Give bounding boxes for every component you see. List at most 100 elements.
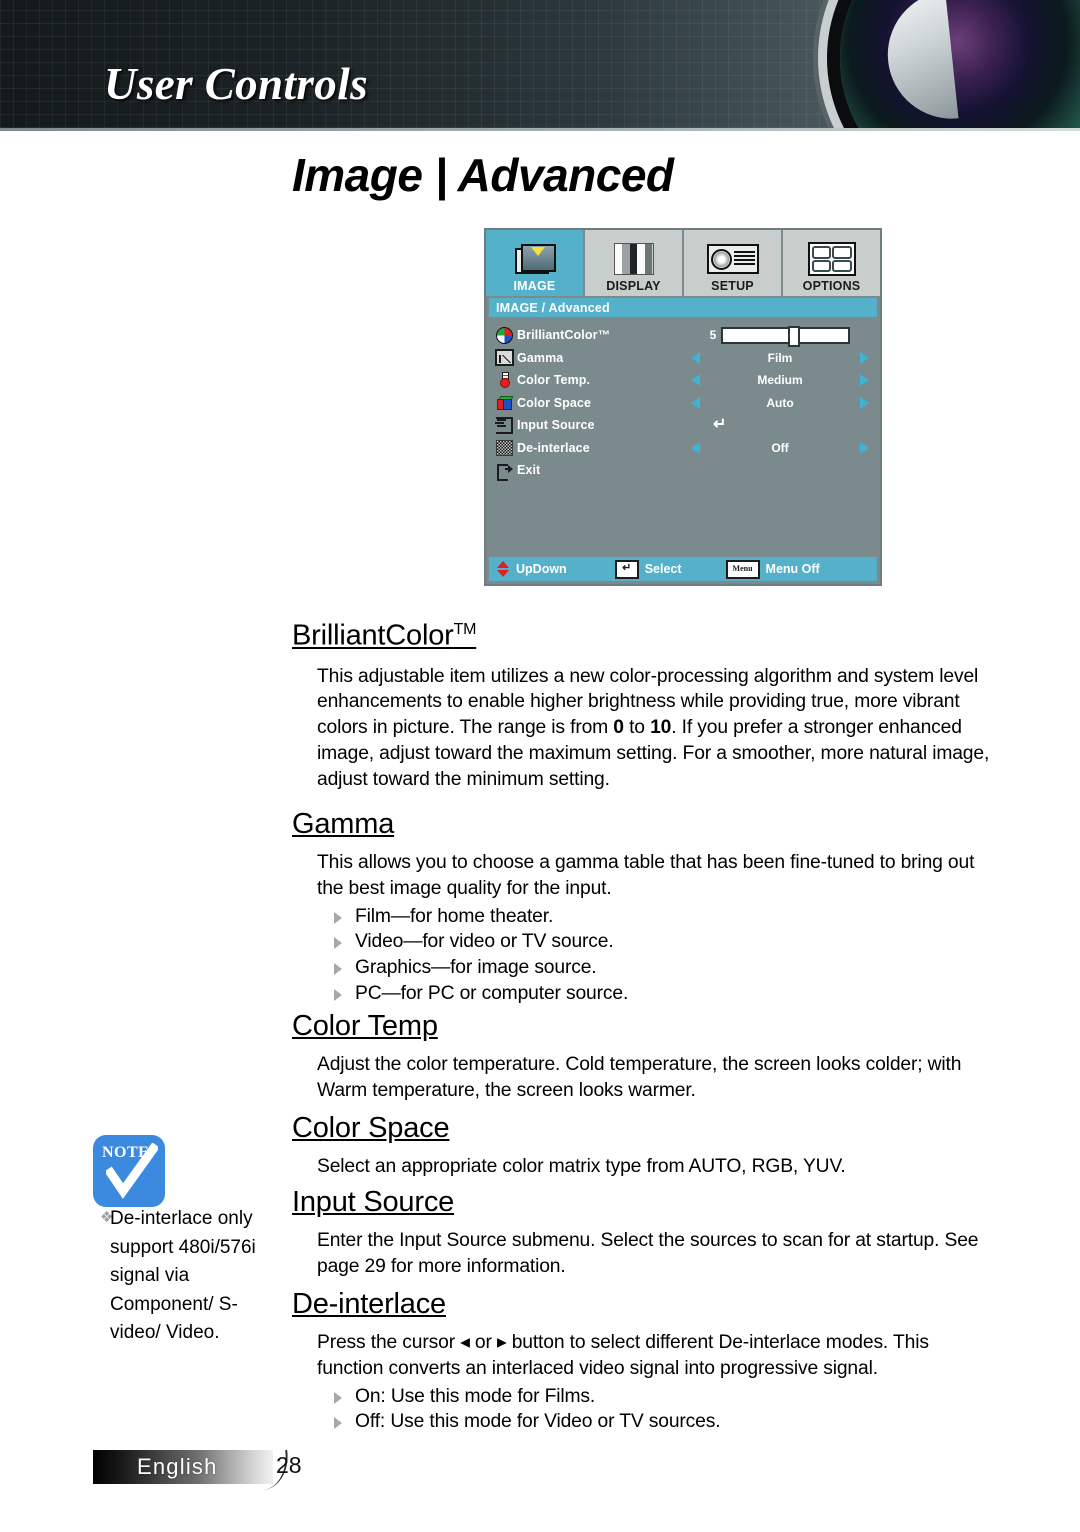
section-de-interlace: De-interlace Press the cursor ◂ or ▸ but… <box>292 1286 992 1435</box>
slider-thumb[interactable] <box>788 325 801 347</box>
osd-item-list: BrilliantColor™ 5 Gamma Film Color Temp. <box>486 317 880 482</box>
osd-row-gamma[interactable]: Gamma Film <box>491 347 875 370</box>
section-de-interlace-body: Press the cursor ◂ or ▸ button to select… <box>317 1332 929 1379</box>
osd-row-brilliantcolor-label: BrilliantColor™ <box>517 328 611 343</box>
setup-icon <box>706 239 759 279</box>
body-text-mid: to <box>623 717 651 739</box>
osd-row-color-space[interactable]: Color Space Auto <box>491 392 875 415</box>
list-item: Off: Use this mode for Video or TV sourc… <box>328 1409 992 1435</box>
osd-hint-select-label: Select <box>644 562 682 576</box>
de-interlace-options-list: On: Use this mode for Films. Off: Use th… <box>328 1384 992 1436</box>
section-input-source-heading: Input Source <box>292 1186 455 1218</box>
gamma-options-list: Film—for home theater. Video—for video o… <box>328 904 1002 1007</box>
list-item: On: Use this mode for Films. <box>328 1384 992 1410</box>
banner-title: User Controls <box>104 59 369 109</box>
chevron-left-icon[interactable] <box>691 441 700 454</box>
note-badge-icon: NOTE <box>93 1135 165 1207</box>
osd-gamma-selector[interactable]: Film <box>685 351 875 365</box>
osd-tab-display[interactable]: DISPLAY <box>585 230 684 296</box>
osd-color-space-selector[interactable]: Auto <box>685 396 875 410</box>
section-color-temp-body: Adjust the color temperature. Cold tempe… <box>317 1054 962 1101</box>
osd-breadcrumb: IMAGE / Advanced <box>489 298 877 317</box>
enter-key-icon: ↵ <box>614 559 639 579</box>
section-color-temp: Color Temp Adjust the color temperature.… <box>292 1008 992 1104</box>
updown-arrows-icon <box>497 561 510 577</box>
osd-tab-options[interactable]: OPTIONS <box>783 230 880 296</box>
list-item: PC—for PC or computer source. <box>328 981 1002 1007</box>
lens-graphic <box>840 0 1080 128</box>
osd-hint-updown: UpDown <box>497 561 567 577</box>
section-brilliantcolor: BrilliantColorTM This adjustable item ut… <box>292 612 992 793</box>
osd-row-de-interlace[interactable]: De-interlace Off <box>491 437 875 460</box>
enter-arrow-icon: ↵ <box>713 416 727 434</box>
osd-menu-screenshot: IMAGE DISPLAY SETUP OPTIONS IMAGE / Adva… <box>484 228 882 586</box>
section-input-source-body: Enter the Input Source submenu. Select t… <box>317 1230 979 1277</box>
osd-tab-display-label: DISPLAY <box>606 279 661 293</box>
menu-key-icon: Menu <box>725 559 760 579</box>
section-gamma-body: This allows you to choose a gamma table … <box>317 852 975 899</box>
section-brilliantcolor-body: This adjustable item utilizes a new colo… <box>317 664 992 793</box>
gamma-curve-icon <box>491 349 517 367</box>
dither-icon <box>491 439 517 456</box>
slider-track[interactable] <box>721 325 851 347</box>
color-wheel-icon <box>491 326 517 344</box>
osd-de-interlace-value: Off <box>771 440 789 455</box>
osd-tab-setup[interactable]: SETUP <box>684 230 783 296</box>
section-color-space: Color Space Select an appropriate color … <box>292 1110 992 1180</box>
osd-status-bar: UpDown ↵ Select Menu Menu Off <box>489 557 877 581</box>
osd-row-exit-label: Exit <box>517 463 541 478</box>
osd-brilliantcolor-slider[interactable]: 5 <box>685 325 875 347</box>
osd-color-temp-selector[interactable]: Medium <box>685 373 875 387</box>
section-brilliantcolor-heading: BrilliantColorTM <box>292 612 992 654</box>
list-item: Film—for home theater. <box>328 904 1002 930</box>
chevron-right-icon[interactable] <box>860 374 869 387</box>
osd-row-color-temp[interactable]: Color Temp. Medium <box>491 369 875 392</box>
rgb-cube-icon <box>491 395 517 410</box>
chevron-right-icon[interactable] <box>860 351 869 364</box>
osd-brilliantcolor-value: 5 <box>709 328 717 343</box>
note-text: De-interlace only support 480i/576i sign… <box>110 1208 256 1343</box>
osd-color-temp-value: Medium <box>757 373 803 388</box>
section-gamma-heading: Gamma <box>292 808 395 840</box>
osd-de-interlace-selector[interactable]: Off <box>685 441 875 455</box>
section-brilliantcolor-heading-text: BrilliantColor <box>292 619 454 652</box>
page-header-banner: User Controls <box>0 0 1080 128</box>
osd-tab-setup-label: SETUP <box>711 279 754 293</box>
osd-hint-menu-off: Menu Menu Off <box>725 559 820 579</box>
osd-row-exit[interactable]: Exit <box>491 459 875 482</box>
range-min-value: 0 <box>613 717 624 739</box>
osd-tab-options-label: OPTIONS <box>802 279 861 293</box>
banner-divider <box>0 128 1080 131</box>
section-color-temp-heading: Color Temp <box>292 1010 438 1042</box>
footer-language-bar: English <box>93 1450 273 1484</box>
osd-tab-bar: IMAGE DISPLAY SETUP OPTIONS <box>486 230 880 296</box>
osd-hint-updown-label: UpDown <box>516 562 567 576</box>
osd-row-brilliantcolor[interactable]: BrilliantColor™ 5 <box>491 324 875 347</box>
osd-tab-image[interactable]: IMAGE <box>486 230 585 296</box>
chevron-left-icon[interactable] <box>691 396 700 409</box>
osd-tab-image-label: IMAGE <box>513 279 556 293</box>
osd-gamma-value: Film <box>767 350 793 365</box>
range-max-value: 10 <box>650 717 672 739</box>
osd-color-space-value: Auto <box>766 395 794 410</box>
input-arrow-icon <box>491 416 517 434</box>
options-icon <box>807 239 856 279</box>
chevron-left-icon[interactable] <box>691 374 700 387</box>
image-icon <box>514 239 556 279</box>
list-item: Video—for video or TV source. <box>328 929 1002 955</box>
chevron-right-icon[interactable] <box>860 441 869 454</box>
chevron-left-icon[interactable] <box>691 351 700 364</box>
page-title: Image | Advanced <box>292 149 674 201</box>
osd-row-input-source[interactable]: Input Source ↵ <box>491 414 875 437</box>
page-number: 28 <box>276 1452 302 1478</box>
checkmark-icon <box>106 1143 158 1199</box>
osd-row-de-interlace-label: De-interlace <box>517 440 590 455</box>
osd-hint-select: ↵ Select <box>614 559 682 579</box>
osd-row-input-source-label: Input Source <box>517 418 595 433</box>
trademark-superscript: TM <box>453 621 477 638</box>
osd-breadcrumb-label: IMAGE / Advanced <box>496 300 610 315</box>
thermometer-icon <box>491 372 517 389</box>
chevron-right-icon[interactable] <box>860 396 869 409</box>
osd-row-gamma-label: Gamma <box>517 350 564 365</box>
section-gamma: Gamma This allows you to choose a gamma … <box>292 806 1002 1007</box>
